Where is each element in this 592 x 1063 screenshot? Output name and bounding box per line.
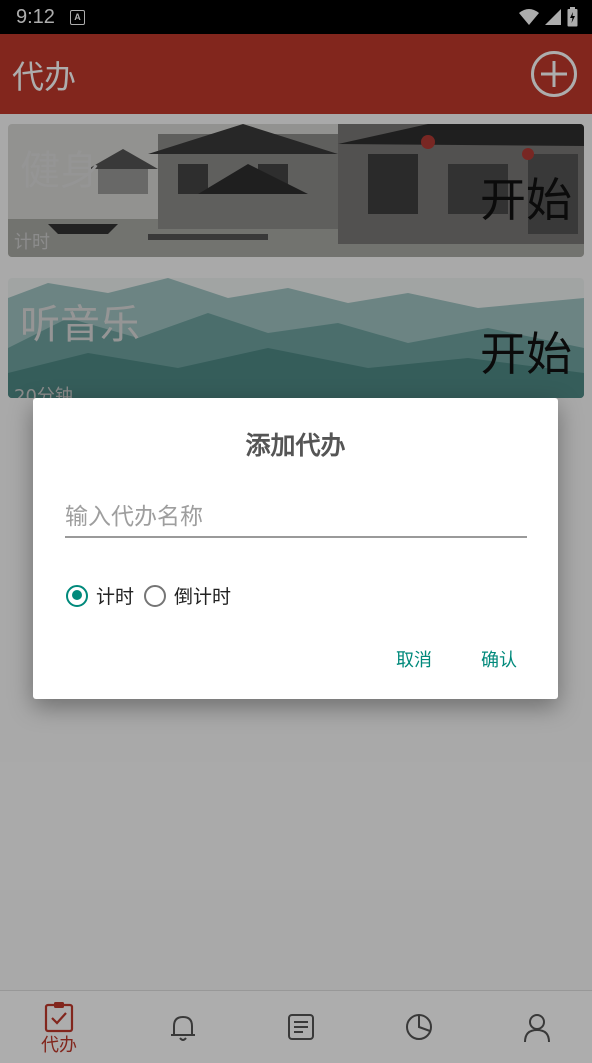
radio-label: 倒计时 bbox=[174, 586, 232, 608]
add-todo-dialog: 添加代办 计时 倒计时 取消 确认 bbox=[33, 398, 558, 699]
confirm-button[interactable]: 确认 bbox=[481, 646, 517, 672]
radio-button-checked[interactable] bbox=[66, 584, 88, 607]
radio-label: 计时 bbox=[96, 586, 135, 608]
radio-countdown[interactable]: 倒计时 bbox=[144, 582, 231, 609]
cancel-button[interactable]: 取消 bbox=[396, 646, 432, 672]
screen: 9:12 A 代办 健身 计时 开始 听音乐 20分钟 开始 代办 添加代办 输… bbox=[0, 0, 592, 1063]
radio-button-unchecked[interactable] bbox=[144, 584, 167, 607]
timer-type-radio-group: 计时 倒计时 bbox=[66, 582, 241, 609]
radio-timer[interactable]: 计时 bbox=[66, 582, 134, 609]
todo-name-input[interactable] bbox=[65, 498, 527, 538]
dialog-title: 添加代办 bbox=[245, 431, 346, 460]
